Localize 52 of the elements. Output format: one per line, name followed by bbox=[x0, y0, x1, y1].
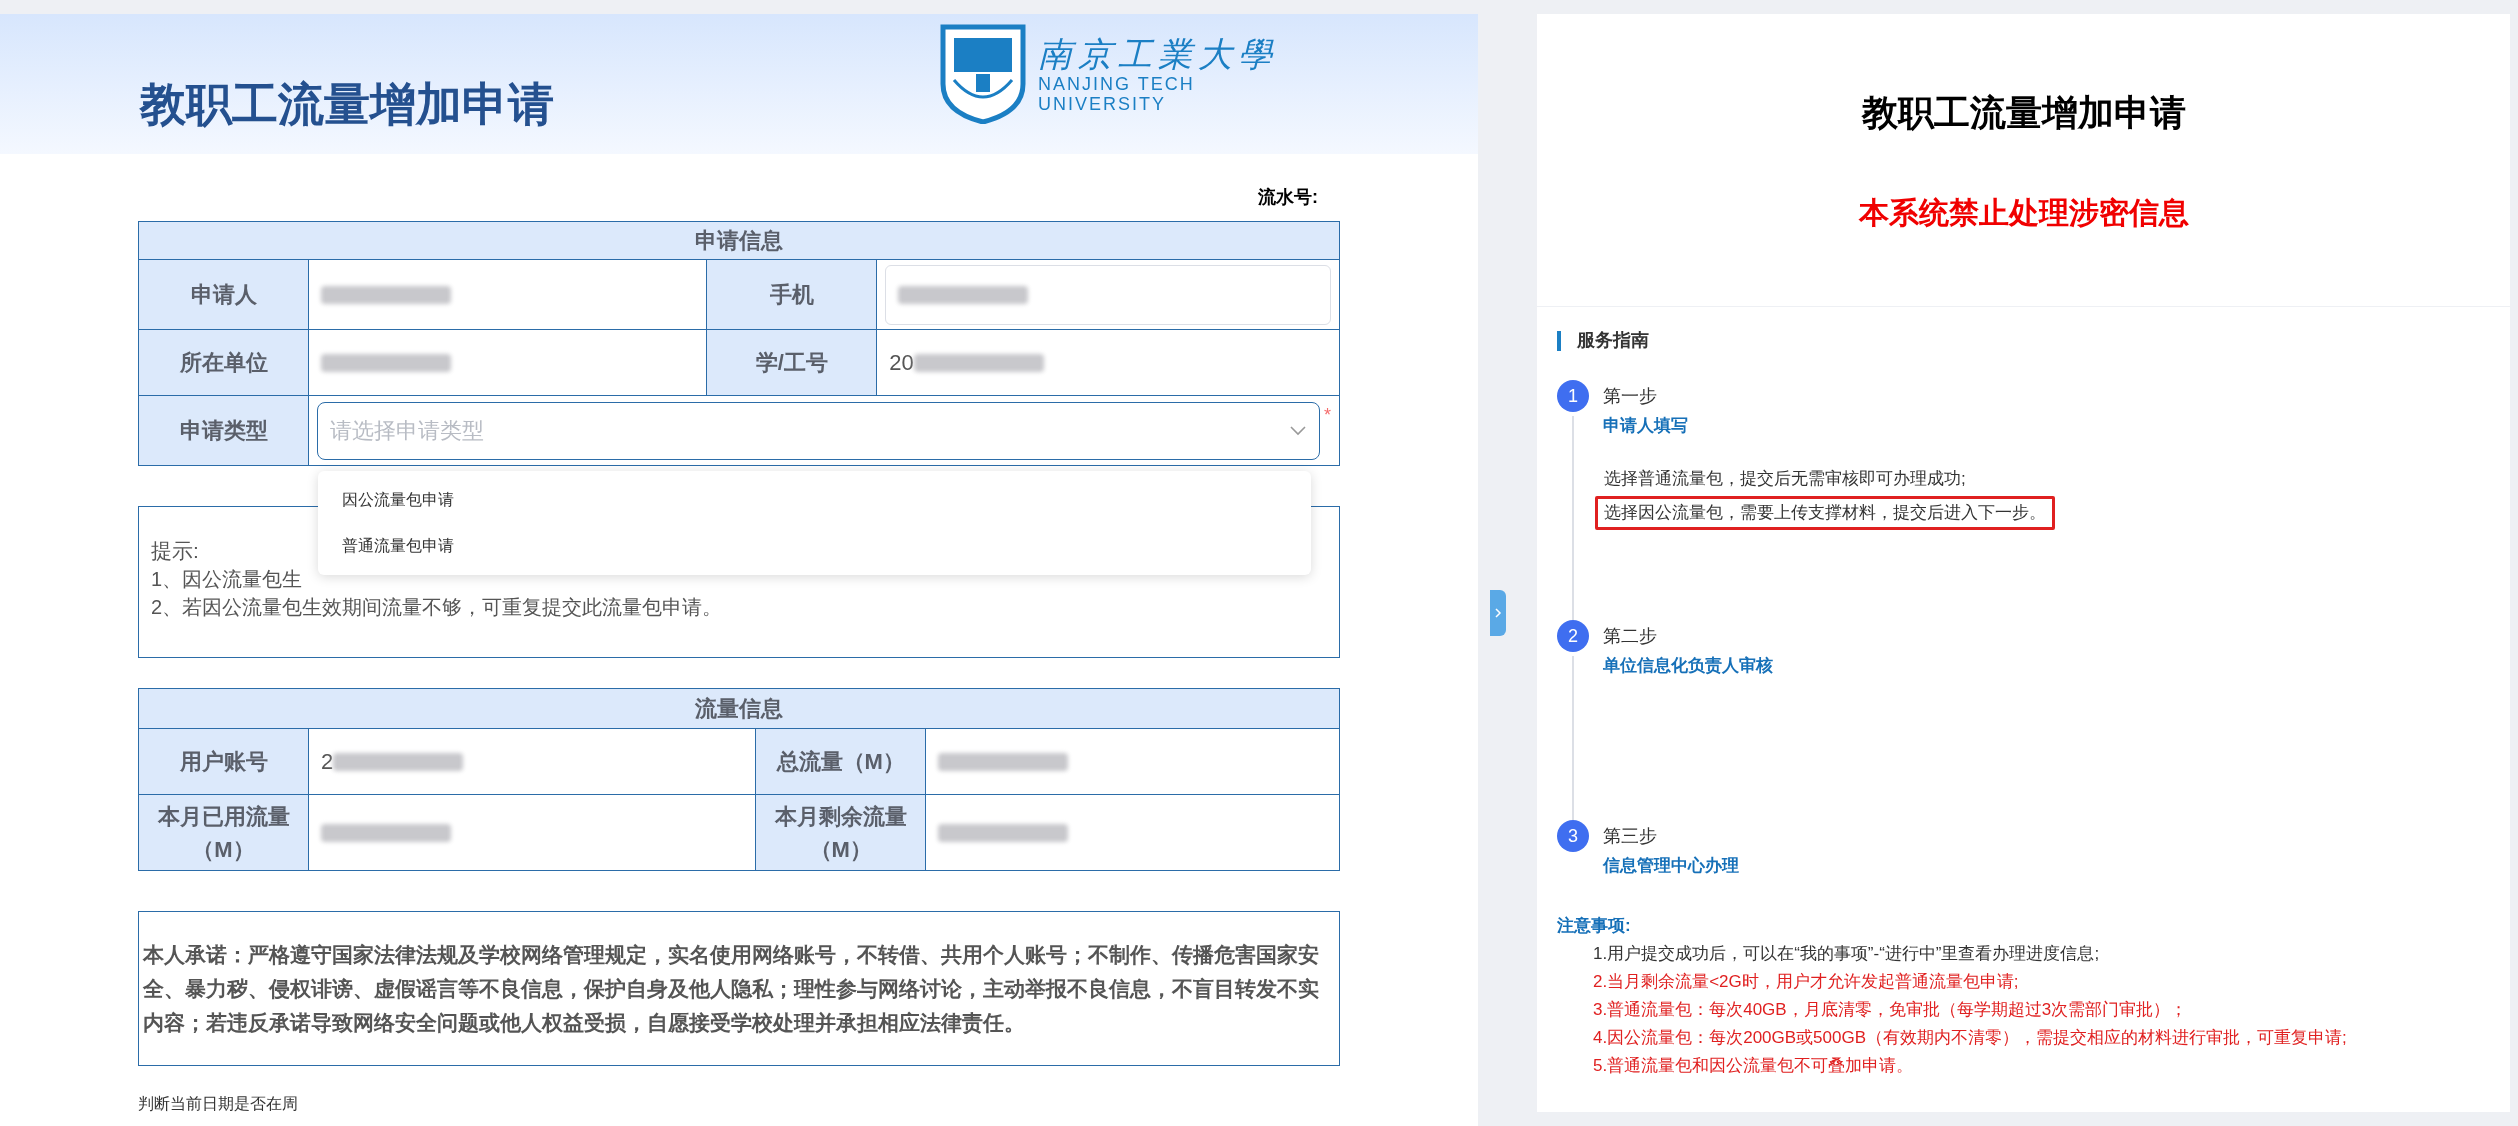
chevron-right-icon bbox=[1494, 607, 1502, 619]
step-title: 信息管理中心办理 bbox=[1603, 855, 1739, 877]
field-label: 学/工号 bbox=[755, 350, 828, 375]
field-label: 总流量（M） bbox=[776, 749, 905, 774]
step-title: 单位信息化负责人审核 bbox=[1603, 655, 1773, 677]
university-name-chinese: 南京工業大學 bbox=[1038, 34, 1278, 74]
step-label: 第一步 bbox=[1603, 385, 1658, 408]
step-label: 第二步 bbox=[1603, 625, 1658, 648]
pledge-text: 本人承诺：严格遵守国家法律法规及学校网络管理规定，实名使用网络账号，不转借、共用个人账号；不制作、传播危害国家安全、暴力秽、侵权诽谤、虚假谣言等不良信息，保护自身及他人隐私；理性参与网络讨论，主动举报不良信息，不盲目转发不实内容；若违反承诺导致网络安全问题或他人权益受损，自愿接受学校处理并承担相应法律责任。 bbox=[143, 941, 1320, 1036]
footer-text: 判断当前日期是否在周 bbox=[138, 1095, 298, 1112]
step-description: 选择因公流量包，需要上传支撑材料，提交后进入下一步。 bbox=[1595, 496, 2055, 530]
serial-number-label: 流水号: bbox=[1258, 186, 1318, 209]
required-asterisk: * bbox=[1324, 403, 1331, 427]
field-value: 20 bbox=[889, 349, 914, 377]
step-number: 2 bbox=[1557, 620, 1589, 652]
phone-input-field[interactable] bbox=[885, 264, 1331, 325]
note-line: 4.因公流量包：每次200GB或500GB（有效期内不清零），需提交相应的材料进行审批，可重复申请; bbox=[1592, 1027, 2348, 1049]
section-header: 流量信息 bbox=[695, 696, 783, 721]
hint-title: 提示: bbox=[151, 538, 199, 564]
field-label: 所在单位 bbox=[179, 350, 268, 375]
warning-text: 本系统禁止处理涉密信息 bbox=[1858, 195, 2189, 231]
section-marker bbox=[1557, 330, 1561, 351]
field-label: 手机 bbox=[769, 282, 814, 307]
field-value: 2 bbox=[321, 748, 334, 776]
field-label: 本月剩余流量（M） bbox=[774, 803, 907, 862]
university-crest-icon bbox=[940, 24, 1026, 124]
dropdown-option[interactable]: 因公流量包申请 bbox=[318, 477, 1311, 523]
note-line: 3.普通流量包：每次40GB，月底清零，免审批（每学期超过3次需部门审批）； bbox=[1592, 999, 2189, 1021]
section-title: 服务指南 bbox=[1577, 329, 1649, 352]
field-label: 本月已用流量（M） bbox=[157, 803, 290, 862]
collapse-handle[interactable] bbox=[1490, 590, 1506, 636]
hint-line: 2、若因公流量包生效期间流量不够，可重复提交此流量包申请。 bbox=[151, 595, 723, 620]
note-line: 2.当月剩余流量<2G时，用户才允许发起普通流量包申请; bbox=[1592, 971, 2020, 993]
field-label: 申请类型 bbox=[179, 418, 268, 443]
guide-title: 教职工流量增加申请 bbox=[1861, 91, 2186, 135]
field-label: 用户账号 bbox=[179, 749, 268, 774]
hint-line: 1、因公流量包生 bbox=[151, 567, 303, 592]
note-line: 5.普通流量包和因公流量包不可叠加申请。 bbox=[1592, 1055, 1915, 1077]
step-title: 申请人填写 bbox=[1603, 415, 1689, 437]
field-label: 申请人 bbox=[190, 282, 257, 307]
dropdown-option[interactable]: 普通流量包申请 bbox=[318, 523, 1311, 569]
step-number: 3 bbox=[1557, 820, 1589, 852]
step-label: 第三步 bbox=[1603, 825, 1658, 848]
notes-title: 注意事项: bbox=[1557, 915, 1632, 937]
step-number: 1 bbox=[1557, 380, 1589, 412]
chevron-down-icon bbox=[1289, 424, 1307, 437]
step-description: 选择普通流量包，提交后无需审核即可办理成功; bbox=[1603, 468, 1967, 490]
university-name-english: UNIVERSITY bbox=[1038, 94, 1168, 114]
note-line: 1.用户提交成功后，可以在“我的事项”-“进行中”里查看办理进度信息; bbox=[1592, 943, 2101, 965]
university-name-english: NANJING TECH bbox=[1038, 74, 1196, 94]
form-title: 教职工流量增加申请 bbox=[140, 76, 554, 132]
section-header: 申请信息 bbox=[695, 228, 783, 253]
